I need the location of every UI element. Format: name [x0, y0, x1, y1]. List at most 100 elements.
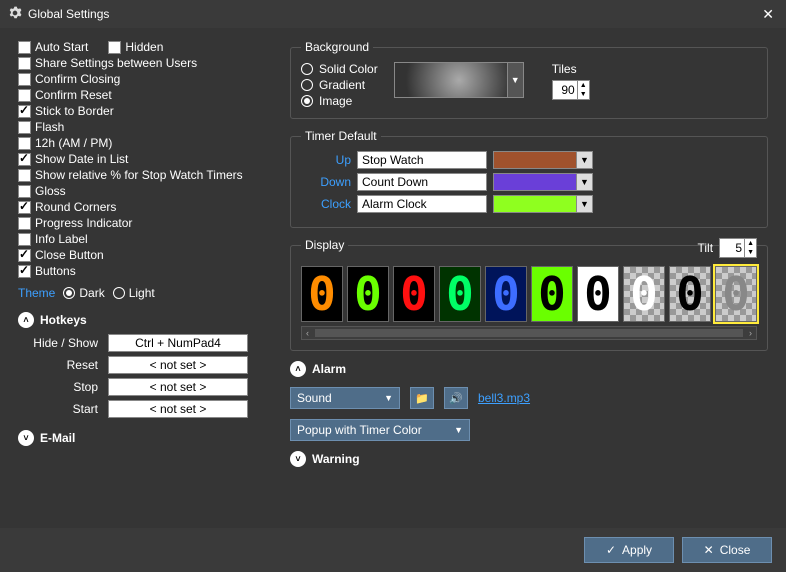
spinner-up-icon[interactable]: ▲	[578, 81, 589, 90]
tiles-spinner[interactable]: ▲▼	[552, 80, 590, 100]
chevron-down-icon: ▼	[384, 393, 393, 403]
confirm-closing-label: Confirm Closing	[35, 72, 120, 86]
theme-light-radio[interactable]	[113, 287, 125, 299]
round-corners-label: Round Corners	[35, 200, 116, 214]
alarm-title: Alarm	[312, 362, 346, 376]
display-legend: Display	[301, 238, 348, 252]
bg-solid-radio[interactable]	[301, 63, 313, 75]
ampm-checkbox[interactable]	[18, 137, 31, 150]
buttons-checkbox[interactable]	[18, 265, 31, 278]
hk-reset-input[interactable]	[108, 356, 248, 374]
theme-label: Theme	[18, 286, 55, 300]
bg-swatch-picker[interactable]: ▼	[394, 62, 524, 98]
info-label-label: Info Label	[35, 232, 88, 246]
td-up-label: Up	[301, 153, 351, 167]
digit-style-0[interactable]: 0	[301, 266, 343, 322]
digit-style-7[interactable]: 0	[623, 266, 665, 322]
digit-style-1[interactable]: 0	[347, 266, 389, 322]
chevron-down-icon: ˅	[18, 430, 34, 446]
relpercent-label: Show relative % for Stop Watch Timers	[35, 168, 243, 182]
alarm-popup-value: Popup with Timer Color	[297, 423, 422, 437]
close-icon: ✕	[704, 543, 714, 557]
hk-reset-label: Reset	[18, 356, 98, 374]
confirm-reset-label: Confirm Reset	[35, 88, 112, 102]
bg-solid-label: Solid Color	[319, 62, 378, 76]
chevron-up-icon: ˄	[18, 312, 34, 328]
ampm-label: 12h (AM / PM)	[35, 136, 112, 150]
relpercent-checkbox[interactable]	[18, 169, 31, 182]
stick-border-checkbox[interactable]	[18, 105, 31, 118]
tilt-spinner[interactable]: ▲▼	[719, 238, 757, 258]
autostart-checkbox[interactable]	[18, 41, 31, 54]
scroll-right-icon[interactable]: ›	[749, 328, 752, 338]
hotkeys-title: Hotkeys	[40, 313, 87, 327]
apply-button[interactable]: ✓ Apply	[584, 537, 674, 563]
bg-gradient-radio[interactable]	[301, 79, 313, 91]
gloss-checkbox[interactable]	[18, 185, 31, 198]
email-toggle[interactable]: ˅ E-Mail	[18, 430, 278, 446]
td-up-color[interactable]: ▼	[493, 151, 593, 169]
td-clock-name[interactable]	[357, 195, 487, 213]
td-up-name[interactable]	[357, 151, 487, 169]
flash-checkbox[interactable]	[18, 121, 31, 134]
theme-dark-radio[interactable]	[63, 287, 75, 299]
spinner-down-icon[interactable]: ▼	[745, 248, 756, 257]
digit-style-2[interactable]: 0	[393, 266, 435, 322]
td-down-name[interactable]	[357, 173, 487, 191]
tilt-label: Tilt	[698, 241, 714, 255]
bg-image-radio[interactable]	[301, 95, 313, 107]
email-title: E-Mail	[40, 431, 75, 445]
window-close-button[interactable]: ✕	[758, 6, 778, 23]
warning-title: Warning	[312, 452, 360, 466]
close-button[interactable]: ✕ Close	[682, 537, 772, 563]
alarm-popup-dropdown[interactable]: Popup with Timer Color ▼	[290, 419, 470, 441]
bg-gradient-label: Gradient	[319, 78, 365, 92]
spinner-down-icon[interactable]: ▼	[578, 90, 589, 99]
alarm-play-button[interactable]: 🔊	[444, 387, 468, 409]
digit-style-5[interactable]: 0	[531, 266, 573, 322]
chevron-down-icon[interactable]: ▼	[576, 196, 592, 212]
background-legend: Background	[301, 40, 373, 54]
tilt-input[interactable]	[720, 241, 744, 255]
titlebar: Global Settings ✕	[0, 0, 786, 28]
alarm-toggle[interactable]: ˄ Alarm	[290, 361, 768, 377]
digit-style-6[interactable]: 0	[577, 266, 619, 322]
digit-style-8[interactable]: 0	[669, 266, 711, 322]
round-corners-checkbox[interactable]	[18, 201, 31, 214]
hk-start-input[interactable]	[108, 400, 248, 418]
chevron-down-icon[interactable]: ▼	[507, 63, 523, 97]
scroll-left-icon[interactable]: ‹	[306, 328, 309, 338]
hotkeys-toggle[interactable]: ˄ Hotkeys	[18, 312, 278, 328]
check-icon: ✓	[606, 543, 616, 557]
confirm-closing-checkbox[interactable]	[18, 73, 31, 86]
hk-hideshow-input[interactable]	[108, 334, 248, 352]
chevron-down-icon[interactable]: ▼	[576, 152, 592, 168]
alarm-browse-button[interactable]: 📁	[410, 387, 434, 409]
close-button-checkbox[interactable]	[18, 249, 31, 262]
footer: ✓ Apply ✕ Close	[0, 528, 786, 572]
share-users-checkbox[interactable]	[18, 57, 31, 70]
alarm-mode-value: Sound	[297, 391, 332, 405]
warning-toggle[interactable]: ˅ Warning	[290, 451, 768, 467]
td-clock-color[interactable]: ▼	[493, 195, 593, 213]
hk-start-label: Start	[18, 400, 98, 418]
info-label-checkbox[interactable]	[18, 233, 31, 246]
digit-style-9[interactable]: 0	[715, 266, 757, 322]
alarm-mode-dropdown[interactable]: Sound ▼	[290, 387, 400, 409]
autostart-label: Auto Start	[35, 40, 88, 54]
display-scrollbar[interactable]: ‹ ›	[301, 326, 757, 340]
alarm-file-link[interactable]: bell3.mp3	[478, 391, 530, 405]
close-button-label: Close Button	[35, 248, 104, 262]
tiles-input[interactable]	[553, 83, 577, 97]
progress-checkbox[interactable]	[18, 217, 31, 230]
apply-label: Apply	[622, 543, 652, 557]
hidden-checkbox[interactable]	[108, 41, 121, 54]
digit-style-3[interactable]: 0	[439, 266, 481, 322]
confirm-reset-checkbox[interactable]	[18, 89, 31, 102]
show-date-checkbox[interactable]	[18, 153, 31, 166]
td-down-color[interactable]: ▼	[493, 173, 593, 191]
chevron-down-icon[interactable]: ▼	[576, 174, 592, 190]
hk-stop-input[interactable]	[108, 378, 248, 396]
digit-style-4[interactable]: 0	[485, 266, 527, 322]
spinner-up-icon[interactable]: ▲	[745, 239, 756, 248]
